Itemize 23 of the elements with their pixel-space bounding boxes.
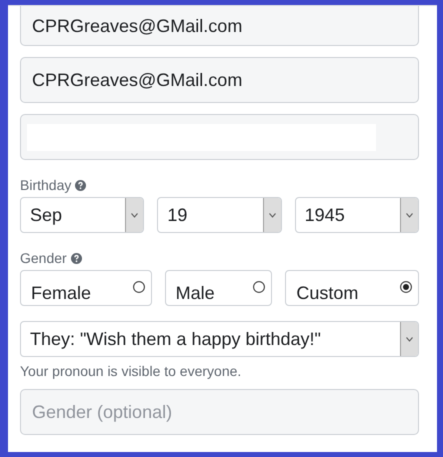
dropdown-caret-icon xyxy=(125,198,144,232)
birthday-select[interactable]: Sep xyxy=(20,197,144,233)
birthday-label: Birthday xyxy=(20,177,72,193)
gender-radio-option[interactable]: Custom xyxy=(285,270,419,306)
radio-icon[interactable] xyxy=(400,281,412,293)
birthday-select[interactable]: 1945 xyxy=(294,197,419,233)
pronoun-select[interactable]: They: "Wish them a happy birthday!" xyxy=(20,321,419,357)
gender-radio-option[interactable]: Female xyxy=(20,270,152,306)
dropdown-caret-icon xyxy=(400,322,418,356)
gender-label: Gender xyxy=(20,250,67,266)
pronoun-note: Your pronoun is visible to everyone. xyxy=(20,363,242,379)
email-field[interactable]: CPRGreaves@GMail.com xyxy=(20,6,419,46)
confirm-email-field[interactable]: CPRGreaves@GMail.com xyxy=(20,57,419,103)
help-icon[interactable] xyxy=(70,252,82,264)
gender-radio-option[interactable]: Male xyxy=(164,270,272,306)
radio-icon[interactable] xyxy=(132,281,145,293)
dropdown-caret-icon xyxy=(262,198,281,232)
radio-icon[interactable] xyxy=(253,281,266,293)
password-field[interactable] xyxy=(20,114,419,160)
dropdown-caret-icon xyxy=(400,198,418,232)
birthday-select[interactable]: 19 xyxy=(157,197,282,233)
help-icon[interactable] xyxy=(75,180,86,190)
gender-input-field[interactable]: Gender (optional) xyxy=(20,389,419,435)
